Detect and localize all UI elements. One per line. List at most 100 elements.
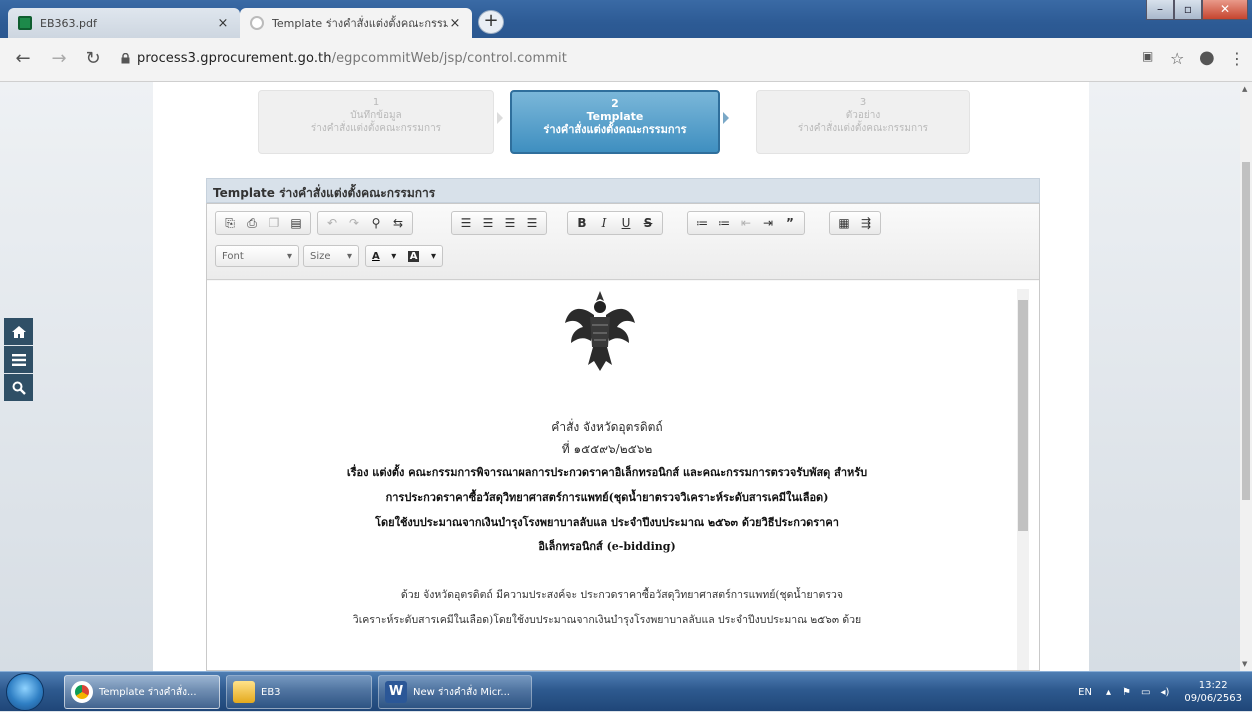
preview-icon[interactable]: ⎘ xyxy=(219,213,241,233)
body-line-1: ด้วย จังหวัดอุตรดิตถ์ มีความประสงค์จะ ปร… xyxy=(400,589,844,601)
browser-tab-pdf[interactable]: EB363.pdf × xyxy=(8,8,240,38)
italic-icon[interactable]: I xyxy=(593,213,615,233)
editor-toolbar: ⎘ ⎙ ❐ ▤ ↶ ↷ ⚲ ⇆ ☰ ☰ ☰ ☰ B I U S ≔ ≔ ⇤ ⇥ … xyxy=(207,204,1039,280)
network-icon[interactable]: ▭ xyxy=(1136,687,1155,698)
windows-taskbar: Template ร่างคำสั่ง... EB3 W New ร่างคำส… xyxy=(0,671,1252,711)
search-icon[interactable] xyxy=(4,374,33,401)
subject-line-1: เรื่อง แต่งตั้ง คณะกรรมการพิจารณาผลการปร… xyxy=(346,466,868,479)
tab-title: EB363.pdf xyxy=(40,16,97,30)
clock-time: 13:22 xyxy=(1198,680,1228,691)
print-icon[interactable]: ⎙ xyxy=(241,213,263,233)
bookmark-star-icon[interactable]: ☆ xyxy=(1170,49,1184,68)
subject-line-4: อิเล็กทรอนิกส์ (e-bidding) xyxy=(538,540,676,553)
step-sublabel: ร่างคำสั่งแต่งตั้งคณะกรรมการ xyxy=(797,123,929,134)
step-sublabel: ร่างคำสั่งแต่งตั้งคณะกรรมการ xyxy=(310,123,442,134)
reload-icon[interactable]: ↻ xyxy=(82,48,104,69)
show-hidden-icons-icon[interactable]: ▴ xyxy=(1100,687,1117,698)
menu-kebab-icon[interactable]: ⋮ xyxy=(1229,49,1245,68)
size-select-label: Size xyxy=(310,250,331,262)
font-select-label: Font xyxy=(222,250,244,262)
start-button[interactable] xyxy=(6,673,44,711)
paste-icon[interactable]: ▤ xyxy=(285,213,307,233)
align-center-icon[interactable]: ☰ xyxy=(477,213,499,233)
toolbar-group-style: B I U S xyxy=(567,211,663,235)
scroll-down-icon[interactable]: ▼ xyxy=(1242,660,1247,668)
scroll-up-icon[interactable]: ▲ xyxy=(1242,85,1247,93)
menu-icon[interactable] xyxy=(4,346,33,373)
chevron-down-icon: ▾ xyxy=(286,250,292,262)
step-number: 3 xyxy=(859,97,867,108)
table-icon[interactable]: ▦ xyxy=(833,213,855,233)
new-tab-button[interactable]: + xyxy=(478,10,504,34)
step-arrow-icon xyxy=(497,112,503,124)
close-tab-icon[interactable]: × xyxy=(448,16,462,31)
editor-scrollbar[interactable] xyxy=(1017,289,1029,670)
clock[interactable]: 13:22 09/06/2563 xyxy=(1174,679,1252,705)
step-label: บันทึกข้อมูล xyxy=(350,110,402,121)
outdent-icon[interactable]: ⇤ xyxy=(735,213,757,233)
background-color-button[interactable]: A xyxy=(407,250,420,262)
copy-icon[interactable]: ❐ xyxy=(263,213,285,233)
subject-line-3: โดยใช้งบประมาณจากเงินบำรุงโรงพยาบาลลับแล… xyxy=(375,516,839,529)
bold-icon[interactable]: B xyxy=(571,213,593,233)
minimize-button[interactable]: – xyxy=(1146,0,1174,20)
url-host: process3.gprocurement.go.th xyxy=(137,51,332,66)
strikethrough-icon[interactable]: S xyxy=(637,213,659,233)
editor-content[interactable]: คำสั่ง จังหวัดอุตรดิตถ์ ที่ ๑๕๕๙๖/๒๕๖๒ เ… xyxy=(207,281,1039,670)
numbered-list-icon[interactable]: ≔ xyxy=(691,213,713,233)
panel-title: Template ร่างคำสั่งแต่งตั้งคณะกรรมการ xyxy=(206,178,1040,203)
toolbar-group-insert: ▦ ⇶ xyxy=(829,211,881,235)
restore-button[interactable]: ▫ xyxy=(1174,0,1202,20)
page-break-icon[interactable]: ⇶ xyxy=(855,213,877,233)
back-arrow-icon[interactable]: ← xyxy=(12,48,34,69)
system-tray: EN ▴ ⚑ ▭ ◂) 13:22 09/06/2563 xyxy=(1070,672,1252,712)
underline-icon[interactable]: U xyxy=(615,213,637,233)
lock-icon xyxy=(121,53,130,64)
blockquote-icon[interactable]: ” xyxy=(779,213,801,233)
close-tab-icon[interactable]: × xyxy=(216,16,230,31)
language-indicator[interactable]: EN xyxy=(1070,687,1100,698)
browser-tab-template[interactable]: Template ร่างคำสั่งแต่งตั้งคณะกรรมก × xyxy=(240,8,472,38)
web-page: 1 บันทึกข้อมูล ร่างคำสั่งแต่งตั้งคณะกรรม… xyxy=(0,82,1240,671)
text-color-button[interactable]: A xyxy=(372,251,380,262)
browser-tab-strip: EB363.pdf × Template ร่างคำสั่งแต่งตั้งค… xyxy=(0,0,1252,38)
indent-icon[interactable]: ⇥ xyxy=(757,213,779,233)
forward-arrow-icon[interactable]: → xyxy=(48,48,70,69)
toolbar-group-document: ⎘ ⎙ ❐ ▤ xyxy=(215,211,311,235)
taskbar-item-chrome[interactable]: Template ร่างคำสั่ง... xyxy=(64,675,220,709)
step-2-current[interactable]: 2 Template ร่างคำสั่งแต่งตั้งคณะกรรมการ xyxy=(510,90,720,154)
translate-icon[interactable]: ▣ xyxy=(1142,49,1153,63)
home-icon[interactable] xyxy=(4,318,33,345)
chevron-down-icon: ▾ xyxy=(346,250,352,262)
garuda-emblem-icon xyxy=(565,291,635,371)
align-right-icon[interactable]: ☰ xyxy=(499,213,521,233)
step-1[interactable]: 1 บันทึกข้อมูล ร่างคำสั่งแต่งตั้งคณะกรรม… xyxy=(258,90,494,154)
taskbar-item-label: New ร่างคำสั่ง Micr... xyxy=(413,686,510,698)
align-left-icon[interactable]: ☰ xyxy=(455,213,477,233)
address-bar[interactable]: process3.gprocurement.go.th/egpcommitWeb… xyxy=(137,51,567,66)
undo-icon[interactable]: ↶ xyxy=(321,213,343,233)
step-3[interactable]: 3 ตัวอย่าง ร่างคำสั่งแต่งตั้งคณะกรรมการ xyxy=(756,90,970,154)
replace-icon[interactable]: ⇆ xyxy=(387,213,409,233)
find-icon[interactable]: ⚲ xyxy=(365,213,387,233)
flag-icon[interactable]: ⚑ xyxy=(1117,687,1136,698)
font-select[interactable]: Font ▾ xyxy=(215,245,299,267)
volume-icon[interactable]: ◂) xyxy=(1155,687,1174,698)
taskbar-item-word[interactable]: W New ร่างคำสั่ง Micr... xyxy=(378,675,532,709)
editor-scrollbar-thumb[interactable] xyxy=(1018,300,1028,531)
align-justify-icon[interactable]: ☰ xyxy=(521,213,543,233)
page-scrollbar[interactable]: ▲ ▼ xyxy=(1240,82,1252,671)
close-window-button[interactable]: ✕ xyxy=(1202,0,1248,20)
bulleted-list-icon[interactable]: ≔ xyxy=(713,213,735,233)
size-select[interactable]: Size ▾ xyxy=(303,245,359,267)
redo-icon[interactable]: ↷ xyxy=(343,213,365,233)
toolbar-group-edit: ↶ ↷ ⚲ ⇆ xyxy=(317,211,413,235)
folder-icon xyxy=(233,681,255,703)
taskbar-item-folder[interactable]: EB3 xyxy=(226,675,372,709)
page-scrollbar-thumb[interactable] xyxy=(1242,162,1250,500)
step-sublabel: ร่างคำสั่งแต่งตั้งคณะกรรมการ xyxy=(543,123,687,136)
taskbar-item-label: EB3 xyxy=(261,686,281,698)
chrome-icon xyxy=(71,681,93,703)
profile-avatar-icon[interactable]: ● xyxy=(1199,47,1215,68)
browser-toolbar: ← → ↻ process3.gprocurement.go.th/egpcom… xyxy=(0,38,1252,82)
